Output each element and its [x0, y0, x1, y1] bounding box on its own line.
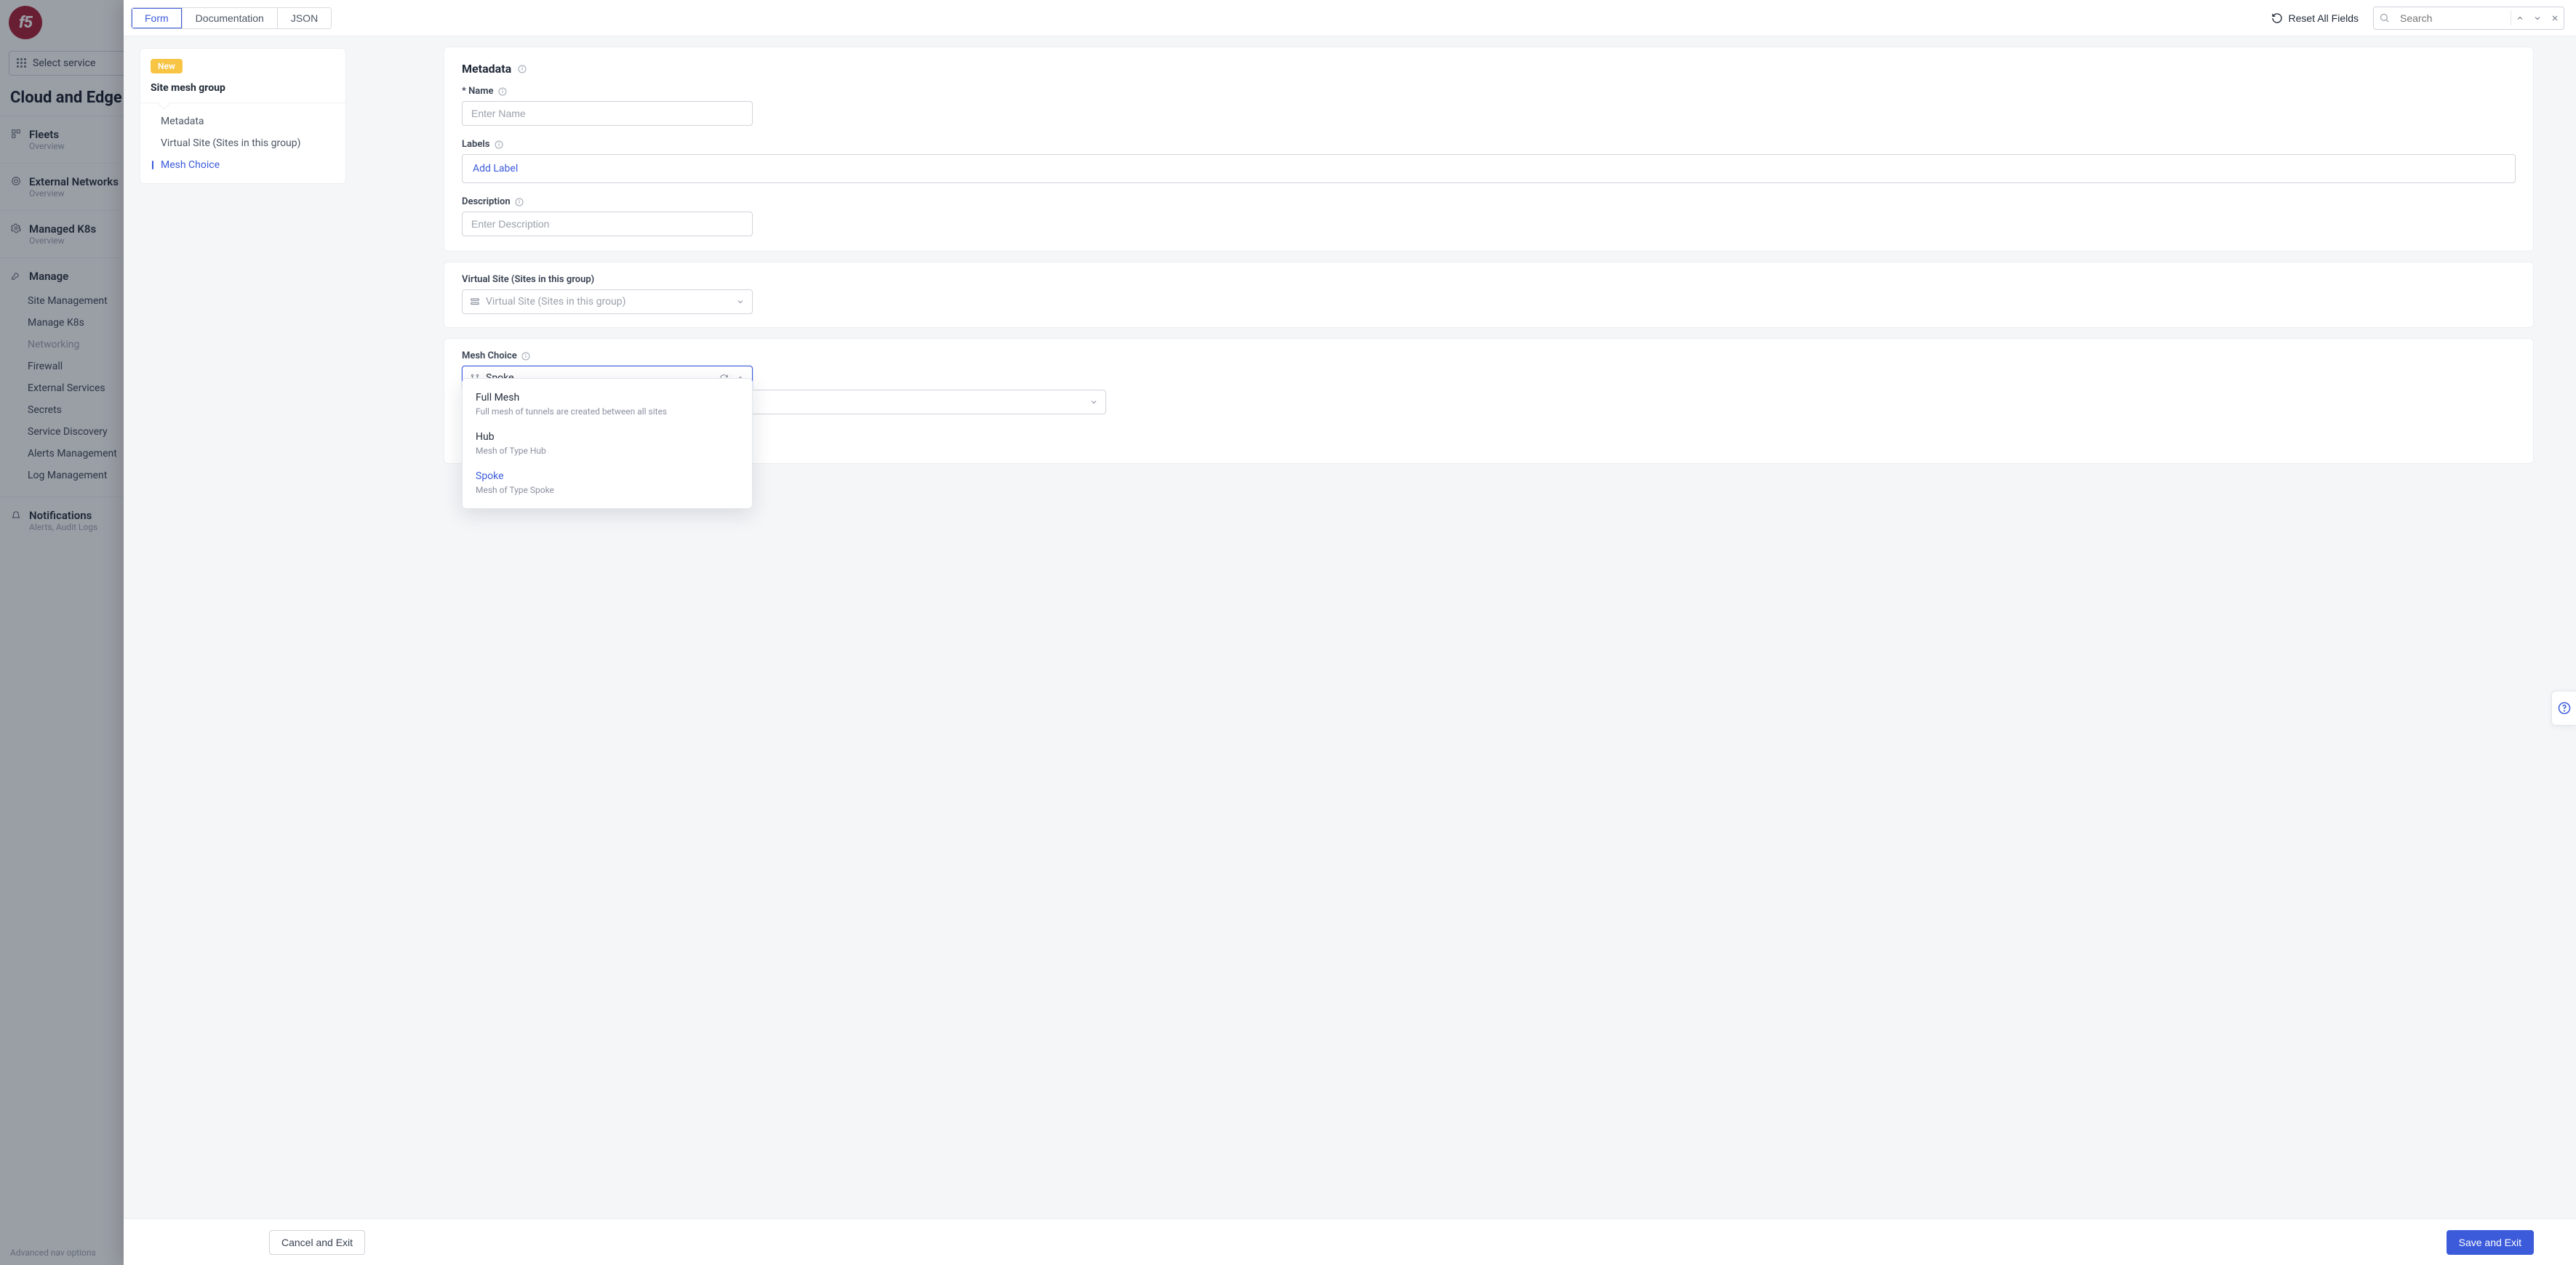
chevron-down-icon — [1089, 398, 1098, 406]
mesh-option[interactable]: Full Mesh Full mesh of tunnels are create… — [463, 385, 752, 424]
virtual-site-panel: Virtual Site (Sites in this group) Virtu… — [444, 262, 2534, 328]
tab-json[interactable]: JSON — [277, 8, 331, 28]
modal-panel: Form Documentation JSON Reset All Fields… — [124, 0, 2576, 1265]
mesh-option-desc: Mesh of Type Spoke — [476, 485, 739, 495]
description-field: Description — [462, 196, 2516, 236]
mesh-option[interactable]: Spoke Mesh of Type Spoke — [463, 463, 752, 502]
tab-documentation[interactable]: Documentation — [182, 8, 277, 28]
search-clear-button[interactable] — [2546, 7, 2564, 29]
labels-field: Labels Add Label — [462, 139, 2516, 183]
metadata-panel: Metadata * Name Labels Add Label — [444, 47, 2534, 252]
search-icon — [2374, 12, 2394, 23]
modal-header: Form Documentation JSON Reset All Fields — [124, 0, 2576, 36]
reset-label: Reset All Fields — [2289, 12, 2359, 24]
save-button[interactable]: Save and Exit — [2447, 1230, 2534, 1255]
description-input[interactable] — [462, 212, 753, 236]
name-field: * Name — [462, 86, 2516, 126]
mesh-option-title: Spoke — [476, 470, 739, 482]
mesh-option-title: Full Mesh — [476, 392, 739, 403]
chevron-down-icon — [736, 297, 745, 306]
search-wrap — [2373, 7, 2564, 30]
form-outline-card: New Site mesh group MetadataVirtual Site… — [140, 48, 346, 184]
info-icon[interactable] — [517, 64, 527, 73]
list-icon — [470, 297, 480, 307]
info-icon[interactable] — [498, 87, 508, 96]
view-tabs: Form Documentation JSON — [131, 7, 332, 29]
mesh-option-title: Hub — [476, 431, 739, 443]
new-badge: New — [151, 59, 183, 73]
modal-footer: Cancel and Exit Save and Exit — [124, 1218, 2576, 1265]
name-label: * Name — [462, 86, 494, 97]
metadata-title: Metadata — [462, 62, 2516, 76]
hub-mesh-group-select[interactable] — [743, 390, 1106, 414]
help-button[interactable] — [2551, 691, 2576, 726]
outline-item[interactable]: Mesh Choice — [140, 154, 345, 176]
virtual-site-label: Virtual Site (Sites in this group) — [462, 274, 594, 285]
virtual-site-placeholder: Virtual Site (Sites in this group) — [486, 296, 730, 308]
search-prev-button[interactable] — [2511, 7, 2529, 29]
info-icon[interactable] — [494, 140, 503, 149]
mesh-option-desc: Full mesh of tunnels are created between… — [476, 406, 739, 417]
outline-title: Site mesh group — [140, 79, 345, 103]
description-label: Description — [462, 196, 511, 207]
labels-input[interactable]: Add Label — [462, 154, 2516, 183]
labels-label: Labels — [462, 139, 489, 150]
reset-all-fields-button[interactable]: Reset All Fields — [2265, 8, 2364, 28]
help-icon — [2558, 702, 2571, 715]
mesh-choice-panel: Mesh Choice Spoke Full MeshFull mesh of … — [444, 338, 2534, 464]
info-icon[interactable] — [521, 351, 531, 361]
reset-icon — [2271, 12, 2283, 24]
form-outline-column: New Site mesh group MetadataVirtual Site… — [124, 36, 356, 1218]
search-next-button[interactable] — [2529, 7, 2546, 29]
form-content-column: Metadata * Name Labels Add Label — [356, 36, 2576, 1218]
search-input[interactable] — [2394, 12, 2511, 24]
name-input[interactable] — [462, 101, 753, 126]
modal-body: New Site mesh group MetadataVirtual Site… — [124, 36, 2576, 1218]
mesh-choice-dropdown: Full Mesh Full mesh of tunnels are create… — [462, 378, 753, 509]
outline-item[interactable]: Metadata — [140, 111, 345, 132]
cancel-button[interactable]: Cancel and Exit — [269, 1230, 365, 1255]
info-icon[interactable] — [515, 197, 524, 206]
mesh-choice-label: Mesh Choice — [462, 350, 517, 361]
mesh-option-desc: Mesh of Type Hub — [476, 446, 739, 456]
outline-item[interactable]: Virtual Site (Sites in this group) — [140, 132, 345, 154]
mesh-option[interactable]: Hub Mesh of Type Hub — [463, 424, 752, 463]
virtual-site-select[interactable]: Virtual Site (Sites in this group) — [462, 289, 753, 314]
tab-form[interactable]: Form — [132, 8, 182, 28]
